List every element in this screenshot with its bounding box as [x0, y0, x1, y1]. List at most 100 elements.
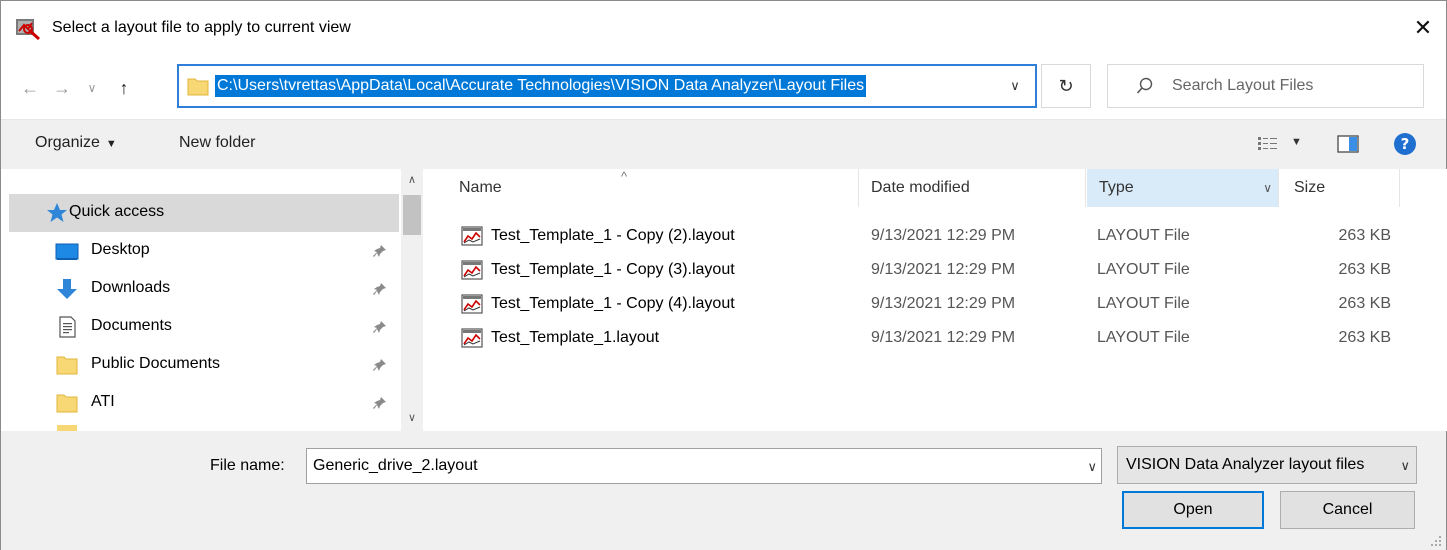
- chevron-down-icon: ∨: [1010, 78, 1020, 93]
- file-date: 9/13/2021 12:29 PM: [871, 295, 1016, 312]
- layout-file-icon: [461, 294, 483, 314]
- forward-button[interactable]: →: [47, 73, 77, 103]
- column-header-label: Name: [459, 179, 502, 196]
- address-bar[interactable]: C:\Users\tvrettas\AppData\Local\Accurate…: [177, 64, 1037, 108]
- file-type: LAYOUT File: [1097, 295, 1190, 312]
- sidebar-item-desktop[interactable]: Desktop: [9, 232, 399, 270]
- file-list: ^ Name Date modified Type ∨ Size Test_Te…: [431, 169, 1447, 431]
- file-name: Test_Template_1 - Copy (2).layout: [491, 227, 735, 244]
- search-input[interactable]: Search Layout Files: [1107, 64, 1424, 108]
- file-date: 9/13/2021 12:29 PM: [871, 227, 1016, 244]
- file-date: 9/13/2021 12:29 PM: [871, 329, 1016, 346]
- table-row[interactable]: Test_Template_1 - Copy (4).layout 9/13/2…: [457, 287, 1397, 321]
- column-header-label: Size: [1294, 179, 1326, 196]
- open-button-label: Open: [1173, 501, 1213, 518]
- file-name: Test_Template_1 - Copy (4).layout: [491, 295, 735, 312]
- file-size: 263 KB: [1338, 227, 1391, 244]
- file-type: LAYOUT File: [1097, 261, 1190, 278]
- close-icon: ✕: [1413, 15, 1433, 40]
- table-row[interactable]: Test_Template_1.layout 9/13/2021 12:29 P…: [457, 321, 1397, 355]
- pin-icon[interactable]: [373, 282, 387, 296]
- chevron-down-icon: ∨: [1400, 458, 1410, 473]
- file-size: 263 KB: [1338, 261, 1391, 278]
- folder-icon: [187, 78, 209, 96]
- refresh-button[interactable]: ↻: [1041, 64, 1091, 108]
- app-icon: [16, 19, 41, 41]
- pin-icon[interactable]: [373, 396, 387, 410]
- star-icon: [47, 203, 67, 222]
- open-button[interactable]: Open: [1122, 491, 1264, 529]
- arrow-up-icon: ↑: [119, 77, 129, 98]
- file-size: 263 KB: [1338, 295, 1391, 312]
- new-folder-label: New folder: [179, 134, 256, 151]
- column-header-name[interactable]: Name: [431, 169, 859, 207]
- layout-file-icon: [461, 226, 483, 246]
- sidebar-item-downloads[interactable]: Downloads: [9, 270, 399, 308]
- file-type-filter-select[interactable]: VISION Data Analyzer layout files ∨: [1117, 446, 1417, 484]
- file-size: 263 KB: [1338, 329, 1391, 346]
- address-path[interactable]: C:\Users\tvrettas\AppData\Local\Accurate…: [215, 75, 867, 97]
- pin-icon[interactable]: [373, 358, 387, 372]
- table-row[interactable]: Test_Template_1 - Copy (3).layout 9/13/2…: [457, 253, 1397, 287]
- close-button[interactable]: ✕: [1400, 7, 1446, 49]
- back-button[interactable]: ←: [15, 73, 45, 103]
- folder-icon: [56, 356, 78, 375]
- file-type: LAYOUT File: [1097, 227, 1190, 244]
- title-bar: Select a layout file to apply to current…: [1, 1, 1446, 57]
- sidebar-item-public-documents[interactable]: Public Documents: [9, 346, 399, 384]
- documents-icon: [59, 316, 76, 338]
- window-title: Select a layout file to apply to current…: [52, 19, 351, 36]
- cancel-button-label: Cancel: [1322, 501, 1373, 518]
- organize-label: Organize: [35, 134, 100, 151]
- navigation-bar: ← → ∨ ↑ C:\Users\tvrettas\AppData\Local\…: [1, 57, 1446, 119]
- pin-icon[interactable]: [373, 320, 387, 334]
- resize-grip-icon[interactable]: [1430, 535, 1442, 547]
- search-icon: [1136, 77, 1153, 94]
- file-name-field[interactable]: Generic_drive_2.layout ∨: [306, 448, 1102, 484]
- column-header-label: Type: [1099, 179, 1134, 196]
- new-folder-button[interactable]: New folder: [179, 134, 255, 152]
- file-type: LAYOUT File: [1097, 329, 1190, 346]
- column-header-date-modified[interactable]: Date modified: [860, 169, 1086, 207]
- svg-text:?: ?: [1401, 135, 1410, 153]
- column-filter-chevron-icon[interactable]: ∨: [1263, 181, 1272, 195]
- recent-locations-button[interactable]: ∨: [81, 73, 103, 103]
- arrow-right-icon: →: [53, 77, 71, 98]
- file-open-dialog: Select a layout file to apply to current…: [0, 0, 1447, 550]
- desktop-icon: [55, 243, 79, 260]
- chevron-down-icon[interactable]: ∨: [1087, 459, 1097, 475]
- scroll-down-icon[interactable]: ∨: [401, 411, 423, 427]
- organize-button[interactable]: Organize ▼: [35, 134, 117, 152]
- pin-icon[interactable]: [373, 244, 387, 258]
- command-bar: Organize ▼ New folder ▼ ?: [1, 119, 1446, 169]
- sidebar-item-quick-access[interactable]: Quick access: [9, 194, 399, 232]
- preview-pane-icon[interactable]: [1337, 135, 1359, 153]
- sidebar-item-label: Desktop: [91, 241, 150, 258]
- column-header-size[interactable]: Size: [1280, 169, 1400, 207]
- sidebar-item-label: Downloads: [91, 279, 171, 296]
- sidebar-item-ati[interactable]: ATI: [9, 384, 399, 422]
- file-type-filter-value: VISION Data Analyzer layout files: [1126, 456, 1365, 473]
- file-name: Test_Template_1 - Copy (3).layout: [491, 261, 735, 278]
- file-date: 9/13/2021 12:29 PM: [871, 261, 1016, 278]
- address-dropdown-button[interactable]: ∨: [995, 66, 1035, 106]
- view-options-caret-icon[interactable]: ▼: [1291, 136, 1302, 148]
- table-row[interactable]: Test_Template_1 - Copy (2).layout 9/13/2…: [457, 219, 1397, 253]
- cancel-button[interactable]: Cancel: [1280, 491, 1415, 529]
- navigation-pane-scrollbar[interactable]: ∧ ∨: [401, 169, 423, 431]
- caret-down-icon: ▼: [105, 138, 117, 150]
- help-icon[interactable]: ?: [1393, 132, 1417, 156]
- file-name-value[interactable]: Generic_drive_2.layout: [313, 457, 478, 475]
- file-name-label: File name:: [210, 457, 285, 474]
- sidebar-item-documents[interactable]: Documents: [9, 308, 399, 346]
- column-header-type[interactable]: Type ∨: [1087, 169, 1279, 207]
- arrow-left-icon: ←: [21, 77, 39, 98]
- scroll-up-icon[interactable]: ∧: [401, 173, 423, 189]
- download-arrow-icon: [57, 279, 77, 299]
- refresh-icon: ↻: [1058, 75, 1074, 96]
- layout-file-icon: [461, 328, 483, 348]
- scrollbar-thumb[interactable]: [403, 195, 421, 235]
- view-options-icon[interactable]: [1257, 135, 1279, 153]
- up-button[interactable]: ↑: [109, 73, 139, 103]
- sidebar-item-label: Documents: [91, 317, 172, 334]
